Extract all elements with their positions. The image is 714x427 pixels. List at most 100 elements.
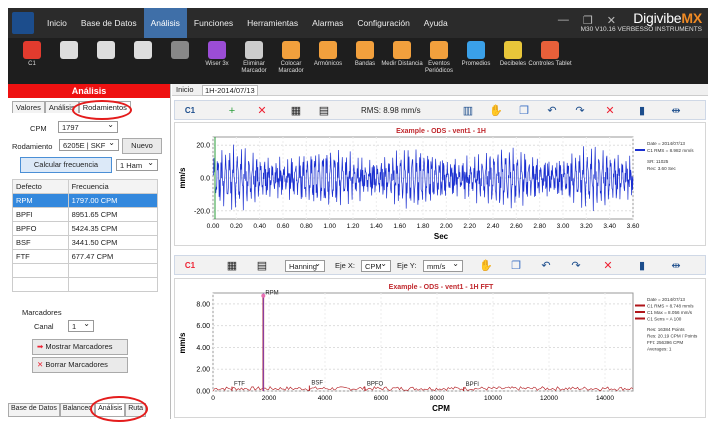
menu-item-1[interactable]: Base de Datos — [74, 8, 144, 38]
grid-icon[interactable]: ▦ — [289, 104, 303, 118]
x-axis-label: Eje X: — [335, 261, 356, 270]
cpm-label: CPM — [30, 124, 47, 133]
cursor-icon[interactable]: ▥ — [461, 104, 475, 118]
marker-point — [261, 293, 266, 298]
chart-title: Example - ODS - vent1 - 1H FFT — [389, 284, 494, 291]
x-tick-label: 2000 — [262, 395, 277, 402]
add-icon[interactable]: + — [225, 104, 239, 118]
panel-header: Análisis — [8, 84, 170, 98]
ribbon-label: C1 — [28, 61, 36, 67]
clear-icon[interactable]: ✕ — [601, 259, 615, 273]
menu-item-2[interactable]: Análisis — [143, 8, 187, 38]
show-markers-label: Mostrar Marcadores — [45, 342, 113, 351]
table-row[interactable]: RPM 1797.00 CPM — [12, 193, 159, 208]
x-tick-label: 3.40 — [603, 223, 616, 230]
x-tick-label: 1.60 — [393, 223, 406, 230]
channel-select[interactable]: 1 — [68, 319, 94, 332]
layout-icon[interactable]: ▤ — [317, 104, 331, 118]
doc-tab-file[interactable]: 1H-2014/07/13 — [202, 85, 258, 96]
bearing-select[interactable]: 6205E | SKF — [59, 138, 119, 151]
wiser-icon — [208, 41, 226, 59]
tab-base-datos[interactable]: Base de Datos — [8, 403, 60, 417]
y-axis-label: mm/s — [178, 167, 187, 188]
x-tick-label: 6000 — [374, 395, 389, 402]
periodic-icon — [430, 41, 448, 59]
x-tick-label: 10000 — [484, 395, 502, 402]
table-row[interactable]: BSF 3441.50 CPM — [12, 235, 159, 250]
x-tick-label: 4000 — [318, 395, 333, 402]
trash-icon — [245, 41, 263, 59]
defect-cell: BSF — [12, 235, 69, 250]
menu-item-5[interactable]: Alarmas — [305, 8, 350, 38]
version-label: M30 V10.16 — [580, 26, 616, 33]
x-axis-label: Sec — [434, 232, 449, 241]
layout-icon[interactable]: ▤ — [255, 259, 269, 273]
grid-icon[interactable]: ▦ — [225, 259, 239, 273]
delete-markers-button[interactable]: ✕ Borrar Marcadores — [32, 357, 128, 373]
menu-item-3[interactable]: Funciones — [187, 8, 240, 38]
doc-tab-inicio[interactable]: Inicio — [176, 85, 194, 94]
table-row-empty — [12, 263, 159, 278]
x-tick-label: 8000 — [430, 395, 445, 402]
redo-icon[interactable]: ↷ — [573, 104, 587, 118]
y-tick-label: -20.0 — [194, 208, 210, 215]
frequency-cell: 1797.00 CPM — [67, 193, 159, 208]
x-tick-label: 14000 — [596, 395, 614, 402]
frequency-cell: 5424.35 CPM — [67, 221, 159, 236]
export-icon[interactable]: ▮ — [635, 259, 649, 273]
ribbon-button-14[interactable]: Controles Tablet — [528, 40, 572, 68]
undo-icon[interactable]: ↶ — [539, 259, 553, 273]
peak-label: BPFI — [466, 382, 480, 388]
hand-icon[interactable]: ✋ — [489, 104, 503, 118]
channel-button[interactable]: C1 — [183, 259, 197, 273]
copy-icon[interactable]: ❐ — [517, 104, 531, 118]
app-logo — [12, 12, 34, 34]
tab-valores[interactable]: Valores — [12, 101, 45, 113]
peak-label: RPM — [265, 291, 278, 297]
x-tick-label: 0.80 — [300, 223, 313, 230]
menu-item-4[interactable]: Herramientas — [240, 8, 305, 38]
x-tick-label: 3.60 — [627, 223, 640, 230]
menu-item-7[interactable]: Ayuda — [417, 8, 455, 38]
document-tabs: Inicio 1H-2014/07/13 — [172, 84, 708, 96]
redo-icon[interactable]: ↷ — [569, 259, 583, 273]
harmonic-select[interactable]: 1 Ham — [116, 158, 158, 171]
cpm-select[interactable]: 1797 — [58, 120, 118, 133]
menu-item-6[interactable]: Configuración — [350, 8, 416, 38]
expand-icon[interactable]: ⇹ — [669, 259, 683, 273]
bearing-label: Rodamiento — [12, 142, 53, 151]
main-menu: Inicio Base de Datos Análisis Funciones Herr… — [40, 8, 455, 38]
highlight-oval — [72, 100, 132, 120]
menu-item-0[interactable]: Inicio — [40, 8, 74, 38]
ribbon-toolbar: C1 Wiser 3x Eliminar Marcador Colocar Marca… — [8, 38, 708, 84]
table-row[interactable]: BPFI 8951.65 CPM — [12, 207, 159, 222]
frequency-cell: 8951.65 CPM — [67, 207, 159, 222]
copy-icon[interactable]: ❐ — [509, 259, 523, 273]
clear-icon[interactable]: ✕ — [603, 104, 617, 118]
tablet-icon — [541, 41, 559, 59]
window-select[interactable]: Hanning — [285, 259, 325, 272]
export-icon[interactable]: ▮ — [635, 104, 649, 118]
delete-icon[interactable]: ✕ — [255, 104, 269, 118]
x-tick-label: 2.20 — [463, 223, 476, 230]
undo-icon[interactable]: ↶ — [545, 104, 559, 118]
x-axis-select[interactable]: CPM — [361, 259, 391, 272]
x-axis-label: CPM — [432, 404, 450, 413]
y-tick-label: 2.00 — [196, 367, 210, 374]
frequency-cell: 3441.50 CPM — [67, 235, 159, 250]
x-tick-label: 1.20 — [347, 223, 360, 230]
x-tick-label: 2.80 — [533, 223, 546, 230]
legend-entry: C1 RMS = 8.748 mm/s — [647, 304, 694, 309]
y-axis-select[interactable]: mm/s — [423, 259, 463, 272]
table-row[interactable]: FTF 677.47 CPM — [12, 249, 159, 264]
hand-icon[interactable]: ✋ — [479, 259, 493, 273]
calc-frequency-button[interactable]: Calcular frecuencia — [20, 157, 112, 173]
table-row[interactable]: BPFO 5424.35 CPM — [12, 221, 159, 236]
new-button[interactable]: Nuevo — [122, 138, 162, 154]
show-markers-button[interactable]: ➡ Mostrar Marcadores — [32, 339, 128, 355]
stop-icon — [171, 41, 189, 59]
expand-icon[interactable]: ⇹ — [669, 104, 683, 118]
minimize-icon[interactable]: — — [558, 14, 569, 27]
channel-button[interactable]: C1 — [183, 104, 197, 118]
x-tick-label: 0 — [211, 395, 215, 402]
